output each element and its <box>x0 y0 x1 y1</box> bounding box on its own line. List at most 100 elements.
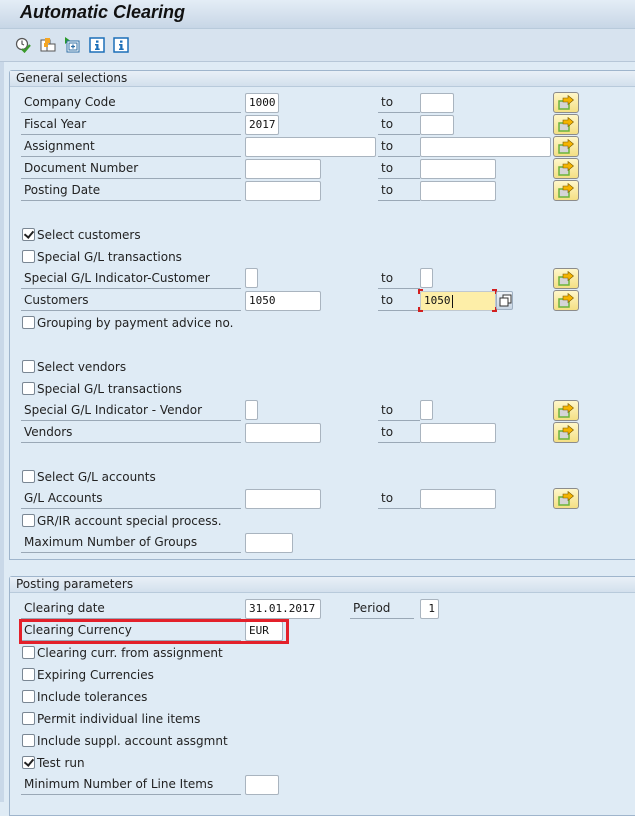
grir-special-process-label: GR/IR account special process. <box>37 514 222 528</box>
multiple-selection-icon <box>558 271 574 286</box>
multiple-selection-button[interactable] <box>553 114 579 135</box>
multiple-selection-icon <box>558 161 574 176</box>
execute-icon[interactable] <box>15 37 31 54</box>
gl-accounts-from-input[interactable] <box>245 489 321 509</box>
fiscal-year-label: Fiscal Year <box>21 114 241 135</box>
include-tolerances-checkbox[interactable] <box>22 690 35 703</box>
assignment-label: Assignment <box>21 136 241 157</box>
document-number-from-input[interactable] <box>245 159 321 179</box>
assignment-from-input[interactable] <box>245 137 376 157</box>
vendor-special-gl-transactions-label: Special G/L transactions <box>37 382 182 396</box>
posting-date-to-input[interactable] <box>420 181 496 201</box>
min-line-items-input[interactable] <box>245 775 279 795</box>
select-customers-checkbox-row[interactable]: Select customers <box>22 225 141 245</box>
permit-individual-line-items-row[interactable]: Permit individual line items <box>22 709 200 729</box>
value-help-button[interactable] <box>496 291 513 310</box>
to-label: to <box>378 114 420 135</box>
expiring-currencies-label: Expiring Currencies <box>37 668 154 682</box>
test-run-row[interactable]: Test run <box>22 753 85 773</box>
group-title: Posting parameters <box>10 577 635 593</box>
to-label: to <box>378 158 420 179</box>
min-line-items-label: Minimum Number of Line Items <box>21 774 241 795</box>
customer-special-gl-transactions-row[interactable]: Special G/L transactions <box>22 247 182 267</box>
include-tolerances-label: Include tolerances <box>37 690 148 704</box>
test-run-checkbox[interactable] <box>22 756 35 769</box>
to-label: to <box>378 290 420 311</box>
clearing-date-label: Clearing date <box>21 598 241 619</box>
multiple-selection-button[interactable] <box>553 422 579 443</box>
multiple-selection-button[interactable] <box>553 488 579 509</box>
multiple-selection-button[interactable] <box>553 92 579 113</box>
select-vendors-checkbox[interactable] <box>22 360 35 373</box>
multiple-selection-icon <box>558 117 574 132</box>
special-gl-indicator-customer-to-input[interactable] <box>420 268 433 288</box>
expiring-currencies-row[interactable]: Expiring Currencies <box>22 665 154 685</box>
info-icon[interactable] <box>89 37 105 53</box>
include-tolerances-row[interactable]: Include tolerances <box>22 687 147 707</box>
select-gl-accounts-checkbox[interactable] <box>22 470 35 483</box>
select-gl-accounts-label: Select G/L accounts <box>37 470 156 484</box>
multiple-selection-button[interactable] <box>553 180 579 201</box>
document-number-to-input[interactable] <box>420 159 496 179</box>
expiring-currencies-checkbox[interactable] <box>22 668 35 681</box>
vendors-to-input[interactable] <box>420 423 496 443</box>
vendors-label: Vendors <box>21 422 241 443</box>
customer-special-gl-transactions-label: Special G/L transactions <box>37 250 182 264</box>
document-number-label: Document Number <box>21 158 241 179</box>
select-customers-checkbox[interactable] <box>22 228 35 241</box>
application-toolbar <box>0 29 635 62</box>
multiple-selection-icon <box>558 491 574 506</box>
select-gl-accounts-row[interactable]: Select G/L accounts <box>22 467 156 487</box>
customers-label: Customers <box>21 290 241 311</box>
grir-special-process-checkbox[interactable] <box>22 514 35 527</box>
vendor-special-gl-transactions-row[interactable]: Special G/L transactions <box>22 379 182 399</box>
multiple-selection-button[interactable] <box>553 158 579 179</box>
info-icon[interactable] <box>113 37 129 53</box>
company-code-from-input[interactable]: 1000 <box>245 93 279 113</box>
customers-to-input[interactable]: 1050 <box>420 291 496 311</box>
multiple-selection-button[interactable] <box>553 136 579 157</box>
assignment-to-input[interactable] <box>420 137 551 157</box>
company-code-to-input[interactable] <box>420 93 454 113</box>
max-groups-input[interactable] <box>245 533 293 553</box>
highlight-box <box>19 619 289 644</box>
posting-date-from-input[interactable] <box>245 181 321 201</box>
text-cursor <box>451 294 453 308</box>
vendor-special-gl-transactions-checkbox[interactable] <box>22 382 35 395</box>
group-title: General selections <box>10 71 635 87</box>
gl-accounts-to-input[interactable] <box>420 489 496 509</box>
clearing-curr-from-assignment-row[interactable]: Clearing curr. from assignment <box>22 643 223 663</box>
period-label: Period <box>350 598 414 619</box>
company-code-label: Company Code <box>21 92 241 113</box>
include-suppl-account-assignment-checkbox[interactable] <box>22 734 35 747</box>
customer-special-gl-transactions-checkbox[interactable] <box>22 250 35 263</box>
to-label: to <box>378 180 420 201</box>
multiple-selection-button[interactable] <box>553 400 579 421</box>
permit-individual-line-items-checkbox[interactable] <box>22 712 35 725</box>
test-run-label: Test run <box>37 756 85 770</box>
special-gl-indicator-vendor-from-input[interactable] <box>245 400 258 420</box>
get-variant-icon[interactable] <box>40 37 56 53</box>
fiscal-year-from-input[interactable]: 2017 <box>245 115 279 135</box>
clearing-curr-from-assignment-checkbox[interactable] <box>22 646 35 659</box>
select-vendors-row[interactable]: Select vendors <box>22 357 126 377</box>
grouping-payment-advice-row[interactable]: Grouping by payment advice no. <box>22 313 233 333</box>
special-gl-indicator-vendor-to-input[interactable] <box>420 400 433 420</box>
focus-corner <box>418 289 423 294</box>
vendors-from-input[interactable] <box>245 423 321 443</box>
to-label: to <box>378 422 420 443</box>
multiple-selection-icon <box>558 95 574 110</box>
grir-special-process-row[interactable]: GR/IR account special process. <box>22 511 222 531</box>
clearing-date-input[interactable]: 31.01.2017 <box>245 599 321 619</box>
include-suppl-account-assignment-label: Include suppl. account assgmnt <box>37 734 228 748</box>
grouping-payment-advice-checkbox[interactable] <box>22 316 35 329</box>
fiscal-year-to-input[interactable] <box>420 115 454 135</box>
special-gl-indicator-customer-from-input[interactable] <box>245 268 258 288</box>
dynamic-selections-icon[interactable] <box>64 37 80 53</box>
customers-from-input[interactable]: 1050 <box>245 291 321 311</box>
multiple-selection-icon <box>558 403 574 418</box>
multiple-selection-button[interactable] <box>553 290 579 311</box>
period-input[interactable]: 1 <box>420 599 439 619</box>
include-suppl-account-assignment-row[interactable]: Include suppl. account assgmnt <box>22 731 228 751</box>
multiple-selection-button[interactable] <box>553 268 579 289</box>
